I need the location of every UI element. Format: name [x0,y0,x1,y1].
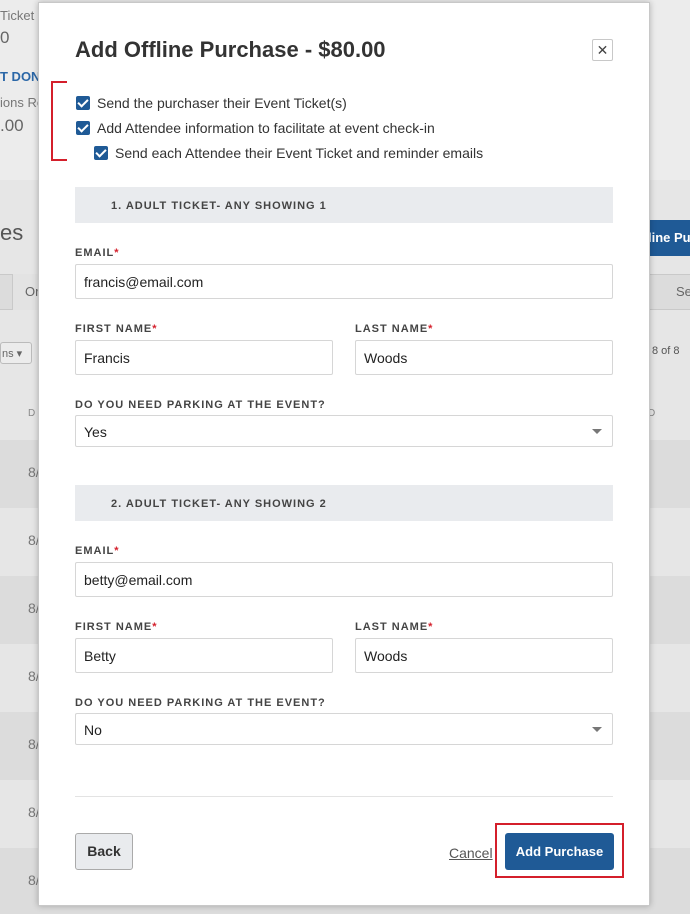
close-button[interactable]: ✕ [592,39,613,61]
tab-orders[interactable]: Or [12,274,40,310]
column-header: D [28,408,36,419]
ticket-1-first-name-field[interactable] [75,340,333,375]
cancel-link[interactable]: Cancel [449,845,493,861]
last-name-label: LAST NAME* [355,621,434,633]
modal-title: Add Offline Purchase - $80.00 [75,37,386,62]
page-info: 8 of 8 [652,345,680,357]
checkbox-checked[interactable] [76,96,90,110]
highlight-bracket [51,81,67,161]
select-value: No [84,722,102,738]
section-title: es [0,220,24,245]
ticket-2-last-name-field[interactable] [355,638,613,673]
email-label: EMAIL* [75,545,120,557]
last-name-label: LAST NAME* [355,323,434,335]
chevron-down-icon [592,429,602,434]
tab-right[interactable]: Se [676,284,690,299]
ticket-2-first-name-field[interactable] [75,638,333,673]
ticket-1-email-field[interactable] [75,264,613,299]
ticket-sales-value: 0 [0,28,10,47]
option-add-attendee-info[interactable]: Add Attendee information to facilitate a… [76,120,435,136]
option-send-attendee-tickets[interactable]: Send each Attendee their Event Ticket an… [94,145,483,161]
option-label: Add Attendee information to facilitate a… [97,120,435,136]
chevron-down-icon [592,727,602,732]
ticket-1-heading: 1. ADULT TICKET- ANY SHOWING 1 [75,187,613,223]
option-label: Send each Attendee their Event Ticket an… [115,145,484,161]
checkbox-checked[interactable] [76,121,90,135]
ticket-2-parking-select[interactable]: No [75,713,613,745]
select-value: Yes [84,424,107,440]
first-name-label: FIRST NAME* [75,323,158,335]
option-send-purchaser-tickets[interactable]: Send the purchaser their Event Ticket(s) [76,95,347,111]
ticket-2-email-field[interactable] [75,562,613,597]
first-name-label: FIRST NAME* [75,621,158,633]
parking-label: DO YOU NEED PARKING AT THE EVENT? [75,697,326,709]
filter-button[interactable]: ns ▾ [0,342,32,364]
ticket-1-parking-select[interactable]: Yes [75,415,613,447]
checkbox-checked[interactable] [94,146,108,160]
back-button[interactable]: Back [75,833,133,870]
ticket-1-last-name-field[interactable] [355,340,613,375]
footer-divider [75,796,613,797]
parking-label: DO YOU NEED PARKING AT THE EVENT? [75,399,326,411]
add-purchase-button[interactable]: Add Purchase [505,833,614,870]
donations-value: .00 [0,116,24,135]
close-icon: ✕ [596,42,609,58]
option-label: Send the purchaser their Event Ticket(s) [97,95,347,111]
offline-purchase-modal: Add Offline Purchase - $80.00 ✕ Send the… [38,2,650,906]
ticket-2-heading: 2. ADULT TICKET- ANY SHOWING 2 [75,485,613,521]
email-label: EMAIL* [75,247,120,259]
